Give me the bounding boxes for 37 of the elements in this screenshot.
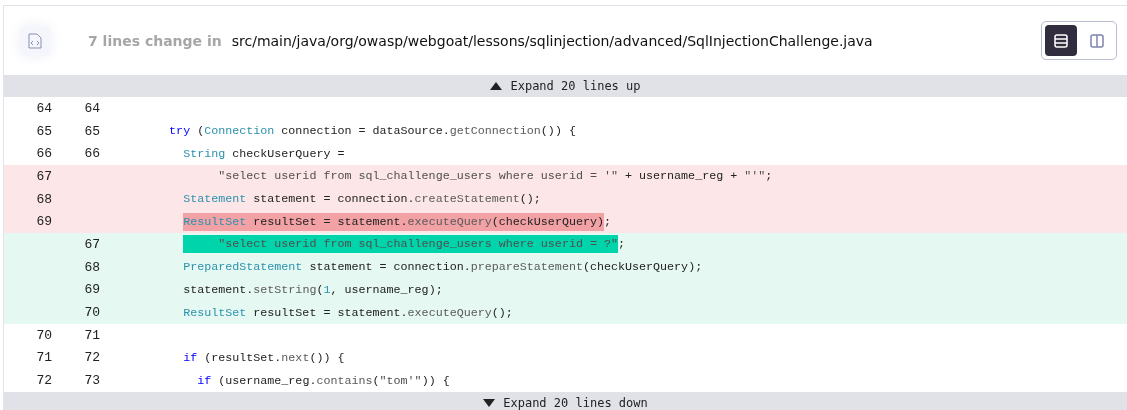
code-line: "select userid from sql_challenge_users where userid = '" + username_reg + "'"; [217, 169, 773, 184]
line-number: 72 [36, 373, 52, 389]
code-line: PreparedStatement statement = connection.prepareStatement(checkUserQuery); [182, 260, 703, 275]
line-number: 70 [84, 305, 100, 321]
code-line: if (resultSet.next()) { [182, 350, 345, 365]
line-number: 69 [36, 214, 52, 230]
line-number: 64 [36, 100, 52, 116]
line-number: 71 [84, 327, 100, 343]
unified-view-button[interactable] [1045, 25, 1077, 56]
expand-up-button[interactable]: Expand 20 lines up [4, 75, 1127, 97]
rows-icon [1054, 33, 1068, 48]
line-number: 67 [84, 236, 100, 252]
line-number: 68 [36, 191, 52, 207]
change-summary: 7 lines change in [88, 32, 222, 49]
code-line: if (username_reg.contains("tom'")) { [196, 373, 450, 388]
line-number: 68 [84, 259, 100, 275]
line-number: 73 [84, 373, 100, 389]
line-number: 65 [84, 123, 100, 139]
columns-icon [1090, 33, 1104, 48]
code-line: ResultSet resultSet = statement.executeQuery(); [182, 305, 513, 320]
code-line: statement.setString(1, username_reg); [182, 282, 443, 297]
code-line: String checkUserQuery = [182, 146, 345, 161]
file-path: src/main/java/org/owasp/webgoat/lessons/sqlinjection/advanced/SqlInjectionChallenge.java [231, 32, 873, 49]
line-number: 72 [84, 350, 100, 366]
caret-up-icon [490, 82, 503, 90]
line-number: 64 [84, 100, 100, 116]
code-line: Statement statement = connection.createStatement(); [182, 192, 541, 207]
line-number: 69 [84, 282, 100, 298]
code-line: try (Connection connection = dataSource.getConnection()) { [168, 124, 576, 139]
line-number: 66 [84, 146, 100, 162]
code-line: ResultSet resultSet = statement.executeQuery(checkUserQuery); [182, 214, 611, 229]
line-number: 65 [36, 123, 52, 139]
line-number: 70 [36, 327, 52, 343]
caret-down-icon [483, 398, 496, 407]
line-number: 66 [36, 146, 52, 162]
line-number: 71 [36, 350, 52, 366]
line-number: 67 [36, 168, 52, 184]
